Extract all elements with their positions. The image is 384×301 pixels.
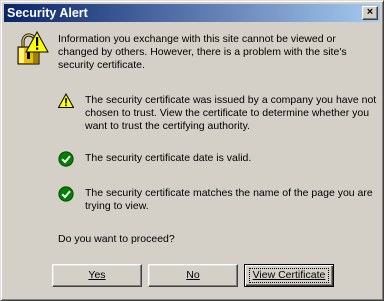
check-date-text: The security certificate date is valid. (85, 152, 252, 164)
padlock-warning-icon (17, 31, 49, 65)
title-bar[interactable]: Security Alert × (4, 4, 380, 22)
no-button[interactable]: No (148, 264, 238, 287)
green-check-icon (58, 151, 74, 167)
intro-text: Information you exchange with this site … (58, 33, 347, 71)
view-certificate-button-label: View Certificate (252, 269, 326, 281)
no-button-label: No (186, 269, 200, 281)
warning-triangle-icon (58, 93, 74, 108)
yes-button-label: Yes (88, 269, 106, 281)
view-certificate-button[interactable]: View Certificate (244, 264, 334, 287)
check-warning-text: The security certificate was issued by a… (85, 94, 377, 132)
security-alert-dialog: Security Alert × Information you exchang… (0, 0, 384, 301)
window-title: Security Alert (7, 6, 88, 20)
yes-button[interactable]: Yes (52, 264, 142, 287)
close-button[interactable]: × (362, 6, 378, 20)
check-name-text: The security certificate matches the nam… (85, 187, 373, 212)
green-check-icon (58, 186, 74, 202)
proceed-question: Do you want to proceed? (58, 233, 175, 245)
